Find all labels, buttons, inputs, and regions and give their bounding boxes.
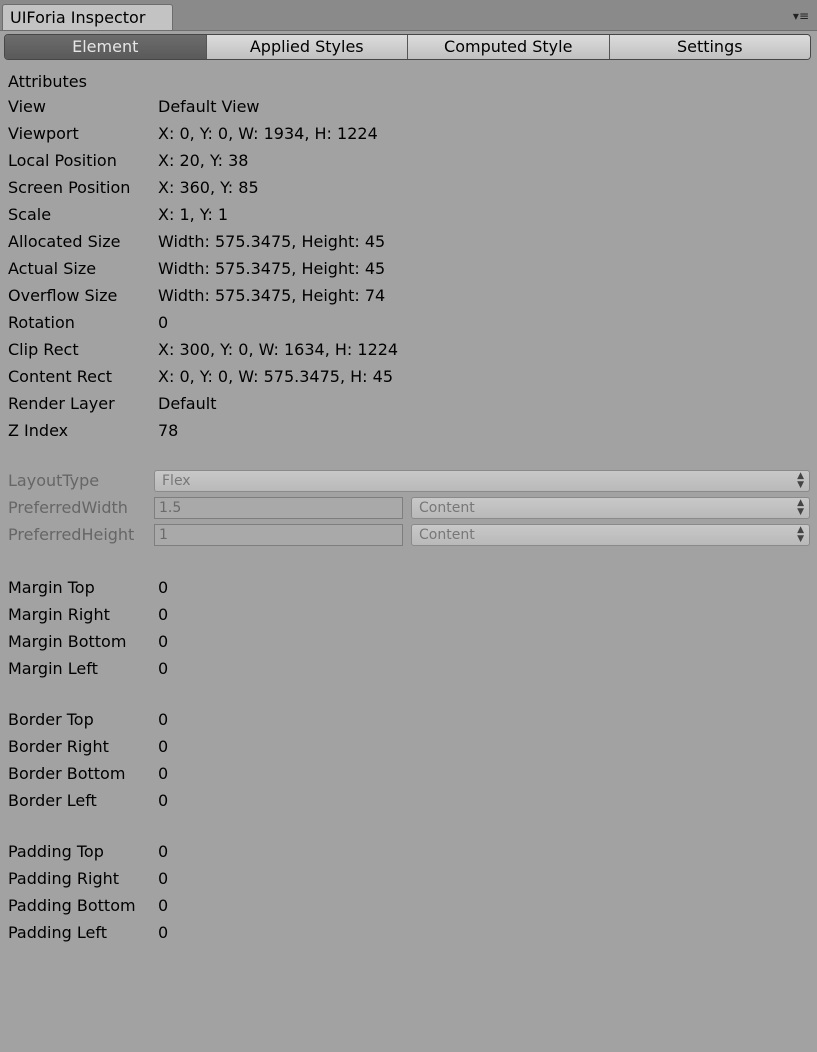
margin-value: 0 (158, 659, 169, 678)
attr-row-rotation: Rotation 0 (0, 313, 817, 333)
padding-value: 0 (158, 896, 169, 915)
attr-value: X: 360, Y: 85 (158, 178, 259, 197)
padding-row-left: Padding Left 0 (0, 923, 817, 943)
attr-label: Actual Size (8, 259, 97, 278)
attr-value: 0 (158, 313, 169, 332)
margin-value: 0 (158, 578, 169, 597)
attr-label: Rotation (8, 313, 75, 332)
attr-row-allocated-size: Allocated Size Width: 575.3475, Height: … (0, 232, 817, 252)
margin-value: 0 (158, 632, 169, 651)
attr-label: View (8, 97, 46, 116)
layout-type-value: Flex (162, 473, 191, 489)
attr-row-viewport: Viewport X: 0, Y: 0, W: 1934, H: 1224 (0, 124, 817, 144)
padding-row-right: Padding Right 0 (0, 869, 817, 889)
attr-row-actual-size: Actual Size Width: 575.3475, Height: 45 (0, 259, 817, 279)
border-row-top: Border Top 0 (0, 710, 817, 730)
preferred-width-input[interactable]: 1.5 (154, 497, 403, 519)
attr-label: Overflow Size (8, 286, 118, 305)
margin-label: Margin Right (8, 605, 110, 624)
attr-row-local-position: Local Position X: 20, Y: 38 (0, 151, 817, 171)
preferred-height-unit: Content (419, 527, 475, 543)
select-arrows-icon: ▲ ▼ (797, 525, 804, 544)
attr-row-z-index: Z Index 78 (0, 421, 817, 441)
margin-row-top: Margin Top 0 (0, 578, 817, 598)
attr-value: Width: 575.3475, Height: 45 (158, 259, 386, 278)
attr-label: Render Layer (8, 394, 115, 413)
attr-row-scale: Scale X: 1, Y: 1 (0, 205, 817, 225)
attr-label: Viewport (8, 124, 79, 143)
window-tab[interactable]: UIForia Inspector (2, 4, 173, 30)
attr-row-overflow-size: Overflow Size Width: 575.3475, Height: 7… (0, 286, 817, 306)
inspector-tabs: Element Applied Styles Computed Style Se… (4, 34, 811, 60)
padding-label: Padding Top (8, 842, 104, 861)
attr-label: Clip Rect (8, 340, 79, 359)
margin-label: Margin Left (8, 659, 98, 678)
attr-row-clip-rect: Clip Rect X: 300, Y: 0, W: 1634, H: 1224 (0, 340, 817, 360)
attributes-heading: Attributes (8, 72, 87, 91)
attr-value: X: 20, Y: 38 (158, 151, 249, 170)
border-value: 0 (158, 791, 169, 810)
border-value: 0 (158, 764, 169, 783)
border-value: 0 (158, 737, 169, 756)
tab-element[interactable]: Element (5, 35, 206, 59)
attr-value: 78 (158, 421, 179, 440)
border-label: Border Left (8, 791, 97, 810)
border-row-left: Border Left 0 (0, 791, 817, 811)
border-label: Border Right (8, 737, 109, 756)
attr-value: X: 0, Y: 0, W: 1934, H: 1224 (158, 124, 378, 143)
padding-value: 0 (158, 923, 169, 942)
margin-row-left: Margin Left 0 (0, 659, 817, 679)
layout-type-label: LayoutType (8, 471, 100, 490)
margin-value: 0 (158, 605, 169, 624)
border-value: 0 (158, 710, 169, 729)
attr-value: X: 300, Y: 0, W: 1634, H: 1224 (158, 340, 399, 359)
padding-row-bottom: Padding Bottom 0 (0, 896, 817, 916)
preferred-height-input[interactable]: 1 (154, 524, 403, 546)
border-row-bottom: Border Bottom 0 (0, 764, 817, 784)
select-arrows-icon: ▲ ▼ (797, 471, 804, 490)
attr-row-view: View Default View (0, 97, 817, 117)
attr-label: Screen Position (8, 178, 131, 197)
attr-value: Width: 575.3475, Height: 74 (158, 286, 386, 305)
padding-label: Padding Right (8, 869, 120, 888)
attr-value: Width: 575.3475, Height: 45 (158, 232, 386, 251)
padding-value: 0 (158, 869, 169, 888)
attr-row-content-rect: Content Rect X: 0, Y: 0, W: 575.3475, H:… (0, 367, 817, 387)
preferred-width-unit: Content (419, 500, 475, 516)
border-row-right: Border Right 0 (0, 737, 817, 757)
preferred-width-label: PreferredWidth (8, 498, 128, 517)
attr-label: Allocated Size (8, 232, 121, 251)
attr-value: Default (158, 394, 217, 413)
padding-label: Padding Bottom (8, 896, 136, 915)
margin-label: Margin Bottom (8, 632, 127, 651)
attr-value: X: 0, Y: 0, W: 575.3475, H: 45 (158, 367, 394, 386)
margin-label: Margin Top (8, 578, 95, 597)
attr-value: Default View (158, 97, 260, 116)
panel-menu-icon[interactable]: ▾≡ (787, 9, 809, 23)
window-title: UIForia Inspector (10, 8, 146, 27)
border-label: Border Top (8, 710, 94, 729)
select-arrows-icon: ▲ ▼ (797, 498, 804, 517)
attr-row-render-layer: Render Layer Default (0, 394, 817, 414)
padding-row-top: Padding Top 0 (0, 842, 817, 862)
attr-row-screen-position: Screen Position X: 360, Y: 85 (0, 178, 817, 198)
border-label: Border Bottom (8, 764, 126, 783)
attr-label: Scale (8, 205, 52, 224)
tab-settings[interactable]: Settings (608, 35, 810, 59)
margin-row-bottom: Margin Bottom 0 (0, 632, 817, 652)
window-titlebar: UIForia Inspector ▾≡ (0, 0, 817, 31)
tab-computed-style[interactable]: Computed Style (407, 35, 609, 59)
attr-label: Local Position (8, 151, 117, 170)
padding-value: 0 (158, 842, 169, 861)
layout-type-select[interactable]: Flex ▲ ▼ (154, 470, 810, 492)
preferred-width-unit-select[interactable]: Content ▲ ▼ (411, 497, 810, 519)
attr-label: Content Rect (8, 367, 113, 386)
attr-value: X: 1, Y: 1 (158, 205, 229, 224)
padding-label: Padding Left (8, 923, 107, 942)
attr-label: Z Index (8, 421, 69, 440)
margin-row-right: Margin Right 0 (0, 605, 817, 625)
preferred-height-unit-select[interactable]: Content ▲ ▼ (411, 524, 810, 546)
preferred-height-label: PreferredHeight (8, 525, 135, 544)
tab-applied-styles[interactable]: Applied Styles (205, 35, 407, 59)
